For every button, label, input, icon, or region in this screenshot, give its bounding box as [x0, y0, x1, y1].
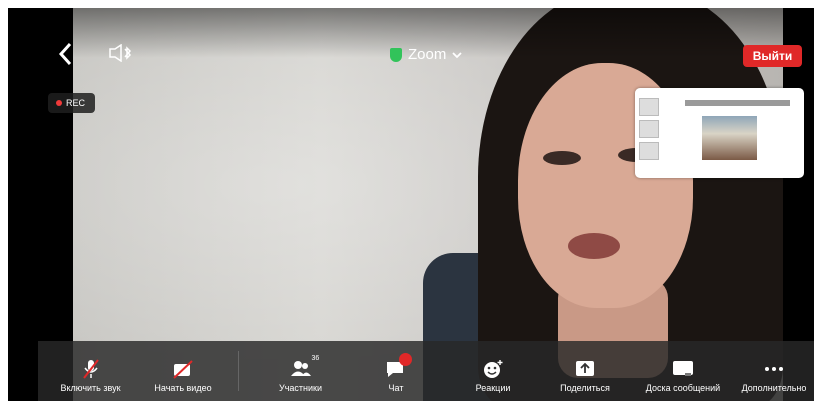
whiteboard-label: Доска сообщений [645, 383, 721, 393]
toolbar-divider [238, 351, 239, 391]
speaker-eye-left [543, 151, 581, 165]
chat-button[interactable]: Чат [371, 341, 421, 401]
reactions-label: Реакции [475, 383, 511, 393]
speaker-bluetooth-icon [109, 43, 132, 63]
speaker-toggle-button[interactable] [108, 43, 134, 67]
slide-photo [702, 116, 757, 160]
unread-badge [399, 353, 412, 366]
participants-label: Участники [279, 383, 322, 393]
whiteboard-icon [672, 359, 694, 379]
participants-icon: 36 [290, 355, 319, 379]
slide-thumbnail [639, 142, 659, 160]
camera-off-icon [172, 359, 194, 379]
chat-icon [385, 353, 412, 379]
reactions-icon [482, 359, 504, 379]
meeting-window: Zoom Выйти REC Включить звук Начать виде… [8, 8, 814, 401]
unmute-button[interactable]: Включить звук [48, 341, 133, 401]
more-button[interactable]: Дополнительно [734, 341, 814, 401]
leave-button[interactable]: Выйти [743, 45, 802, 67]
meeting-title-dropdown[interactable]: Zoom [390, 46, 462, 63]
shared-screen-thumbnail[interactable] [635, 88, 804, 178]
chat-label: Чат [388, 383, 404, 393]
share-label: Поделиться [560, 383, 610, 393]
start-video-label: Начать видео [154, 383, 212, 393]
chevron-down-icon [452, 51, 462, 58]
recording-indicator: REC [48, 93, 95, 113]
participants-button[interactable]: 36 Участники [263, 341, 338, 401]
slide-title-line [685, 100, 790, 106]
microphone-muted-icon [80, 359, 102, 379]
whiteboard-button[interactable]: Доска сообщений [638, 341, 728, 401]
record-dot-icon [56, 100, 62, 106]
slide-thumbnail [639, 120, 659, 138]
more-label: Дополнительно [741, 383, 807, 393]
start-video-button[interactable]: Начать видео [143, 341, 223, 401]
speaker-mouth [568, 233, 620, 259]
slide-thumbnail [639, 98, 659, 116]
unmute-label: Включить звук [60, 383, 121, 393]
shield-icon [390, 47, 402, 62]
top-bar: Zoom Выйти [8, 8, 814, 67]
slide-list [639, 98, 659, 170]
participants-count: 36 [311, 355, 320, 362]
bottom-toolbar: Включить звук Начать видео 36 Участники … [38, 341, 814, 401]
share-button[interactable]: Поделиться [550, 341, 620, 401]
meeting-title: Zoom [408, 46, 447, 63]
back-button[interactable] [58, 42, 72, 70]
share-icon [574, 359, 596, 379]
reactions-button[interactable]: Реакции [463, 341, 523, 401]
chevron-left-icon [58, 42, 72, 66]
more-icon [763, 359, 785, 379]
recording-label: REC [66, 98, 86, 108]
